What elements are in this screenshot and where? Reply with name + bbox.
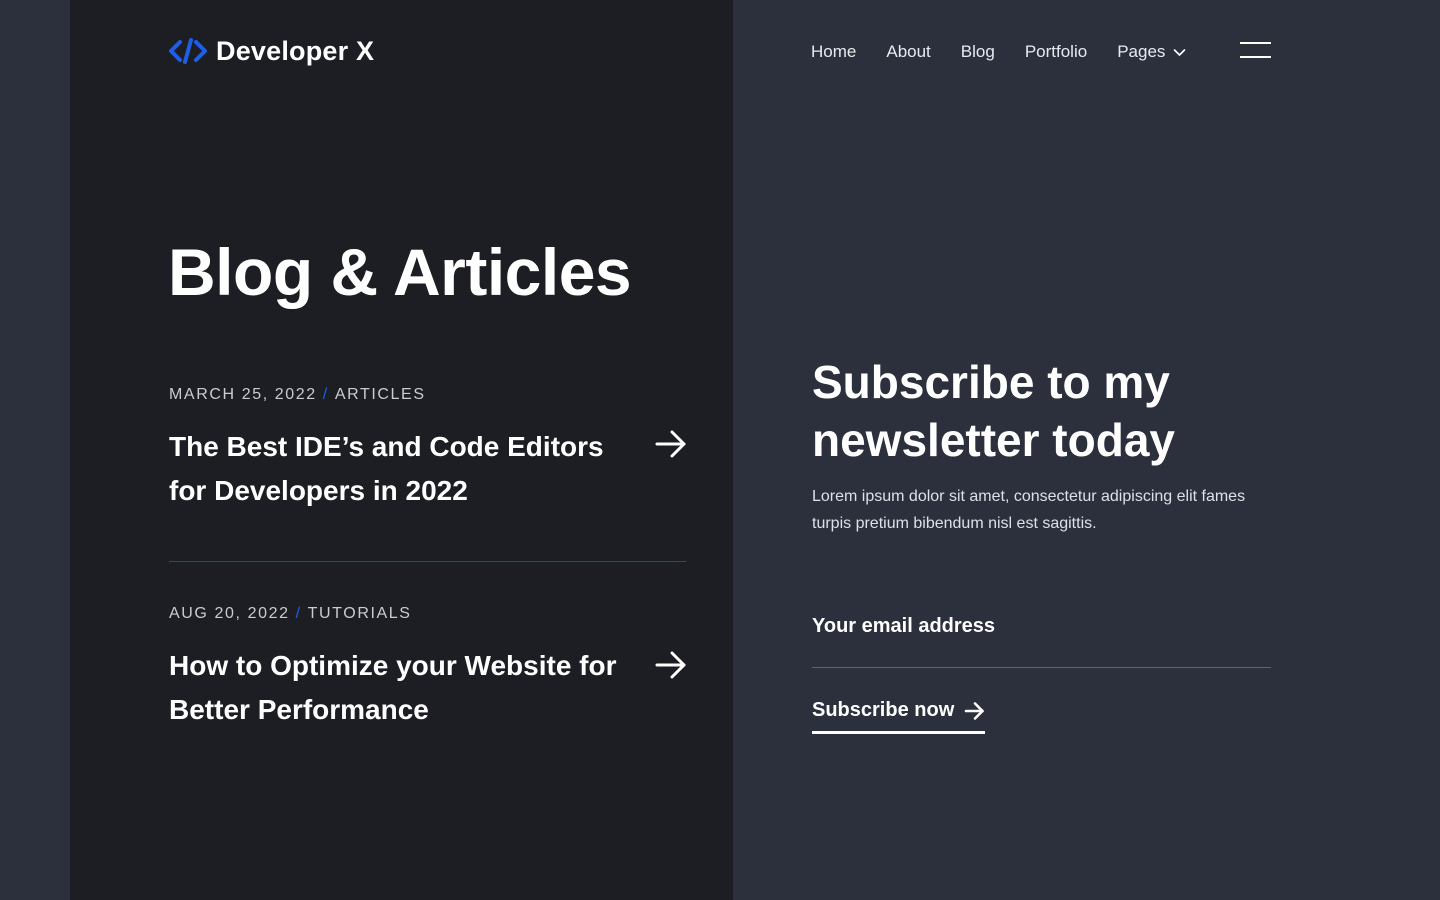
nav-portfolio[interactable]: Portfolio [1025,40,1087,64]
newsletter-description: Lorem ipsum dolor sit amet, consectetur … [812,488,1246,532]
meta-separator: / [295,605,302,622]
nav-blog[interactable]: Blog [961,40,995,64]
article-title[interactable]: The Best IDE’s and Code Editors for Deve… [169,425,639,513]
article-category[interactable]: ARTICLES [335,386,426,403]
article-meta: MARCH 25, 2022 / ARTICLES [169,384,687,406]
email-field[interactable] [812,606,1271,668]
newsletter-title: Subscribe to my newsletter today [812,356,1175,466]
arrow-right-icon [964,701,985,720]
nav-about[interactable]: About [886,40,930,64]
hamburger-menu-icon[interactable] [1240,42,1271,60]
brand-name: Developer X [216,35,375,66]
menu-line [1240,56,1271,58]
article-date: AUG 20, 2022 [169,605,290,622]
site-logo[interactable]: Developer X [169,34,374,68]
article-meta: AUG 20, 2022 / TUTORIALS [169,603,687,625]
article-title[interactable]: How to Optimize your Website for Better … [169,644,639,732]
article-item[interactable]: AUG 20, 2022 / TUTORIALS How to Optimize y… [169,603,687,732]
article-date: MARCH 25, 2022 [169,386,317,403]
arrow-right-icon[interactable] [655,430,687,458]
main-nav: Home About Blog Portfolio Pages [811,40,1186,64]
page-title: Blog & Articles [168,235,632,309]
subscribe-button[interactable]: Subscribe now [812,699,986,734]
code-brackets-icon [169,38,207,64]
article-divider [169,561,686,562]
nav-pages-label: Pages [1117,42,1166,61]
chevron-down-icon [1174,48,1186,56]
meta-separator: / [322,386,329,403]
arrow-right-icon[interactable] [655,651,687,679]
subscribe-button-label: Subscribe now [812,699,955,721]
nav-home[interactable]: Home [811,40,856,64]
article-item[interactable]: MARCH 25, 2022 / ARTICLES The Best IDE’s a… [169,384,687,513]
menu-line [1240,42,1271,44]
nav-pages-dropdown[interactable]: Pages [1117,40,1186,64]
article-category[interactable]: TUTORIALS [308,605,412,622]
